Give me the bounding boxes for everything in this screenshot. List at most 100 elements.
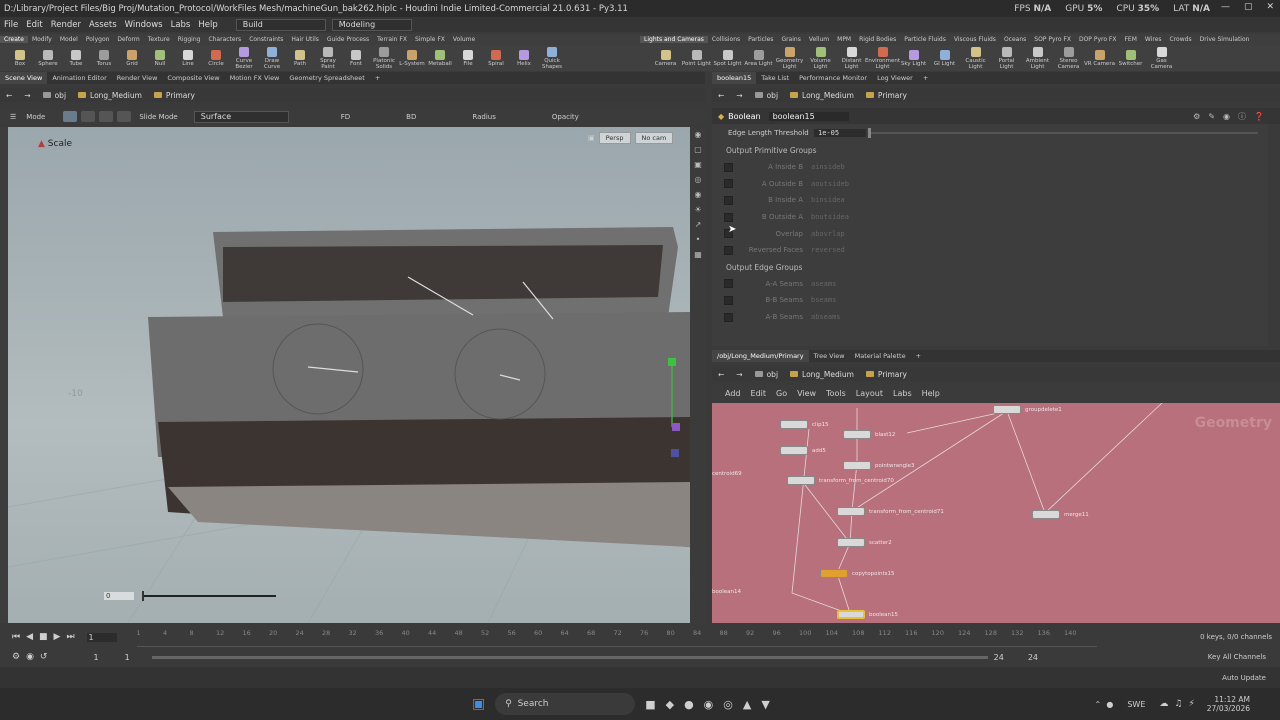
shelf-tab-terrain-fx[interactable]: Terrain FX [373,36,411,43]
shelf-tab-particle-fluids[interactable]: Particle Fluids [900,36,950,43]
range-end-field[interactable]: 24 [1028,653,1038,662]
add-tab-icon[interactable]: + [370,72,385,84]
tool-distant-light[interactable]: Distant Light [836,46,867,70]
system-tray-icons[interactable]: ☁♫⚡ [1159,699,1200,709]
shelf-tab-guide-process[interactable]: Guide Process [323,36,373,43]
tab-material-palette[interactable]: Material Palette [850,350,911,362]
tool-spiral[interactable]: Spiral [482,49,510,67]
tool-camera[interactable]: Camera [650,49,681,67]
desktop-modeling-dropdown[interactable]: Modeling [331,18,412,31]
shelf-tab-drive-simulation[interactable]: Drive Simulation [1196,36,1254,43]
range-slider[interactable] [151,655,988,659]
shelf-tab-lights-and-cameras[interactable]: Lights and Cameras [640,36,708,43]
add-tab-icon[interactable]: + [918,72,933,84]
network-menu-view[interactable]: View [792,389,821,398]
tool-portal-light[interactable]: Portal Light [991,46,1022,70]
tool-geometry-light[interactable]: Geometry Light [774,46,805,70]
tool-caustic-light[interactable]: Caustic Light [960,46,991,70]
viewport-menu-icon[interactable]: ☰ [0,113,26,121]
param-header-icons[interactable]: ⚙✎◉ⓘ❓ [1193,111,1272,122]
node-add5[interactable]: add5 [780,446,826,455]
tool-curve-bezier[interactable]: Curve Bezier [230,46,258,70]
tab-log-viewer[interactable]: Log Viewer [872,72,918,84]
tab-boolean15[interactable]: boolean15 [712,72,757,84]
gizmo-center-handle[interactable] [671,449,679,457]
close-icon[interactable]: ✕ [1266,2,1274,12]
tool-path[interactable]: Path [286,49,314,67]
path-object[interactable]: Long_Medium [72,91,148,100]
path-obj[interactable]: obj [749,370,784,379]
primitive-groups-header[interactable]: Output Primitive Groups [712,142,1268,159]
shelf-tab-characters[interactable]: Characters [204,36,245,43]
network-menu-labs[interactable]: Labs [888,389,917,398]
b-inside-a-checkbox[interactable] [724,195,733,205]
node-scatter2[interactable]: scatter2 [837,538,892,547]
scene-viewport[interactable]: ▲ Scale -10 ▣ Persp No cam 0 [8,127,690,623]
shelf-tab-deform[interactable]: Deform [113,36,143,43]
shelf-tab-wires[interactable]: Wires [1141,36,1166,43]
back-arrow-icon[interactable]: ← [0,91,18,100]
shelf-tab-viscous-fluids[interactable]: Viscous Fluids [950,36,1000,43]
shading-icon[interactable]: ◉ [691,188,705,202]
windows-start-icon[interactable]: ▣ [472,696,485,712]
timeline-options[interactable]: ⚙◉↺ [12,652,53,662]
node-boolean15[interactable]: boolean15 [837,610,898,619]
tab-composite-view[interactable]: Composite View [162,72,224,84]
tab-performance-monitor[interactable]: Performance Monitor [794,72,872,84]
node-boolean14-label[interactable]: boolean14 [712,589,741,595]
playback-controls[interactable]: ⏮◀■▶⏭ [12,632,81,642]
shelf-tab-dop-pyro-fx[interactable]: DOP Pyro FX [1075,36,1121,43]
shelf-tab-particles[interactable]: Particles [744,36,777,43]
minimize-icon[interactable]: — [1221,2,1230,12]
shelf-tab-rigging[interactable]: Rigging [174,36,205,43]
brush-mode-icon[interactable] [81,111,96,122]
clock[interactable]: 11:12 AM 27/03/2026 [1207,695,1250,713]
node-clip15[interactable]: clip15 [780,420,829,429]
tool-null[interactable]: Null [146,49,174,67]
node-name-field[interactable]: boolean15 [768,111,849,121]
lock-camera-icon[interactable]: ▣ [691,158,705,172]
tool-box[interactable]: Box [6,49,34,67]
shelf-tab-vellum[interactable]: Vellum [805,36,833,43]
path-obj[interactable]: obj [37,91,72,100]
taskbar-search[interactable]: ⚲ Search [495,693,636,715]
tool-sphere[interactable]: Sphere [34,49,62,67]
tab-geometry-spreadsheet[interactable]: Geometry Spreadsheet [284,72,369,84]
current-frame-field[interactable]: 1 [86,632,117,642]
network-menu-edit[interactable]: Edit [746,389,772,398]
tool-spray-paint[interactable]: Spray Paint [314,46,342,70]
points-icon[interactable]: • [691,233,705,247]
tab-motion-fx-view[interactable]: Motion FX View [225,72,285,84]
a-inside-b-checkbox[interactable] [724,162,733,172]
tab-network-path[interactable]: /obj/Long_Medium/Primary [712,350,809,362]
taskbar-apps[interactable]: ■◆●◉◎▲▼ [645,698,780,711]
desktop-build-dropdown[interactable]: Build [235,18,326,31]
gizmo-y-handle[interactable] [668,358,676,366]
menu-render[interactable]: Render [47,20,85,30]
tool-helix[interactable]: Helix [510,49,538,67]
node-pointwrangle3[interactable]: pointwrangle3 [843,461,915,470]
menu-file[interactable]: File [0,20,22,30]
menu-labs[interactable]: Labs [167,20,195,30]
tool-point-light[interactable]: Point Light [681,49,712,67]
tool-switcher[interactable]: Switcher [1115,49,1146,67]
node-blast12[interactable]: blast12 [843,430,895,439]
node-transform-from-centroid71[interactable]: transform_from_centroid71 [837,507,944,516]
forward-arrow-icon[interactable]: → [730,91,748,100]
tool-file[interactable]: File [454,49,482,67]
shelf-tab-modify[interactable]: Modify [28,36,56,43]
shelf-tab-constraints[interactable]: Constraints [245,36,287,43]
node-centroid69-label[interactable]: centroid69 [712,471,742,477]
tool-line[interactable]: Line [174,49,202,67]
path-object[interactable]: Long_Medium [784,370,860,379]
frame-slider[interactable]: 0 [104,591,276,601]
shelf-tab-simple-fx[interactable]: Simple FX [411,36,449,43]
tool-torus[interactable]: Torus [90,49,118,67]
network-menu-go[interactable]: Go [771,389,792,398]
shelf-tab-texture[interactable]: Texture [144,36,174,43]
tool-volume-light[interactable]: Volume Light [805,46,836,70]
lighting-icon[interactable]: ☀ [691,203,705,217]
range-start-field[interactable]: 1 [93,653,98,662]
aa-seams-checkbox[interactable] [724,279,733,289]
soft-mode-icon[interactable] [99,111,114,122]
